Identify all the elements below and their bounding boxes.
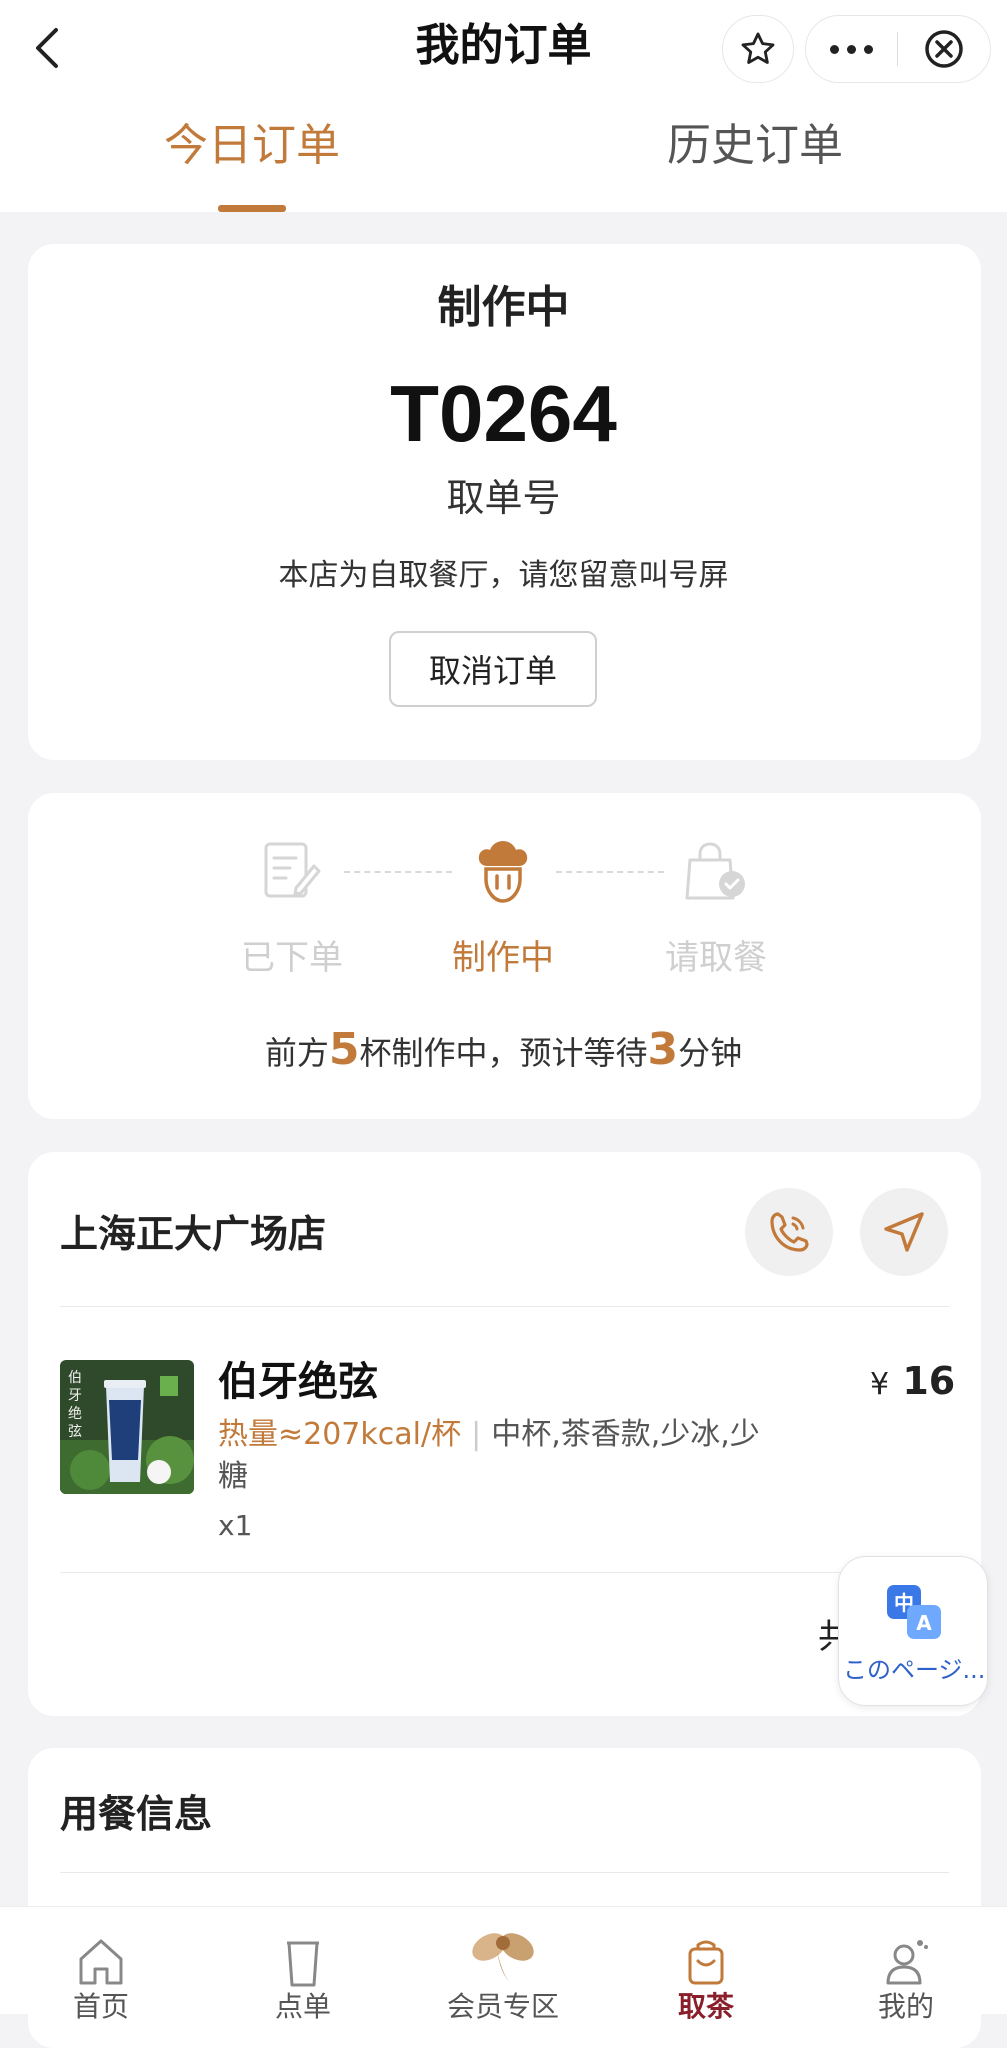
- bottom-navigation: 首页 点单 会员专区 取茶 我的: [0, 1906, 1007, 2023]
- user-icon: [882, 1935, 930, 1989]
- currency-symbol: ¥: [870, 1367, 890, 1402]
- fairy-icon: [467, 1917, 539, 1989]
- svg-text:A: A: [916, 1611, 932, 1635]
- nav-member[interactable]: 会员专区: [423, 1907, 583, 2023]
- product-name: 伯牙绝弦: [218, 1359, 378, 1405]
- product-spec: 热量≈207kcal/杯 | 中杯,茶香款,少冰,少糖: [218, 1417, 760, 1494]
- star-icon: [741, 32, 775, 64]
- dining-info-title: 用餐信息: [60, 1792, 213, 1836]
- step-label-making: 制作中: [452, 938, 554, 978]
- svg-text:牙: 牙: [68, 1388, 82, 1404]
- order-status: 制作中: [437, 282, 570, 333]
- pickup-bag-icon: [680, 836, 752, 908]
- divider: [60, 1872, 949, 1873]
- pickup-notice: 本店为自取餐厅，请您留意叫号屏: [278, 558, 729, 593]
- tab-today-orders[interactable]: 今日订单: [102, 116, 402, 176]
- order-placed-icon: [256, 836, 328, 908]
- navigate-store-button[interactable]: [860, 1188, 948, 1276]
- wait-estimate: 前方5杯制作中，预计等待3分钟: [0, 1022, 1007, 1081]
- close-button[interactable]: [898, 16, 990, 82]
- svg-text:绝: 绝: [68, 1406, 82, 1422]
- phone-icon: [770, 1212, 809, 1252]
- chef-hat-icon: [467, 836, 539, 908]
- step-label-ordered: 已下单: [241, 938, 343, 978]
- tab-history-orders[interactable]: 历史订单: [605, 116, 905, 176]
- wait-minutes: 3: [647, 1024, 679, 1075]
- bag-icon: [682, 1935, 730, 1989]
- product-quantity: x1: [218, 1509, 253, 1542]
- more-button[interactable]: [806, 16, 897, 82]
- nav-pickup[interactable]: 取茶: [626, 1907, 786, 2023]
- translate-label: このページ...: [843, 1656, 985, 1684]
- more-icon: [830, 44, 839, 54]
- svg-text:弦: 弦: [68, 1424, 82, 1440]
- nav-label: 会员专区: [446, 1990, 559, 2023]
- nav-label: 我的: [877, 1990, 934, 2023]
- nav-home[interactable]: 首页: [21, 1907, 181, 2023]
- nav-profile[interactable]: 我的: [826, 1907, 986, 2023]
- nav-order[interactable]: 点单: [223, 1907, 383, 2023]
- cups-ahead: 5: [328, 1024, 360, 1075]
- product-price: ¥ 16: [870, 1356, 955, 1410]
- translate-icon: 中 A: [885, 1583, 943, 1641]
- product-calories: 热量≈207kcal/杯: [218, 1417, 462, 1452]
- wait-prefix: 前方: [264, 1034, 329, 1072]
- wait-suffix: 分钟: [678, 1034, 743, 1072]
- cup-icon: [279, 1935, 327, 1989]
- close-icon: [925, 30, 963, 68]
- translate-page-button[interactable]: 中 A このページ...: [838, 1556, 988, 1706]
- divider: [60, 1306, 949, 1307]
- header: 我的订单 今日订单 历史订单: [0, 0, 1007, 212]
- store-name: 上海正大广场店: [60, 1212, 327, 1256]
- step-connector: [344, 871, 452, 873]
- pickup-number-label: 取单号: [446, 476, 561, 520]
- step-label-pickup: 请取餐: [665, 938, 767, 978]
- nav-label: 点单: [274, 1990, 331, 2023]
- navigate-icon: [884, 1212, 924, 1252]
- product-image: 伯 牙 绝 弦: [60, 1360, 194, 1494]
- call-store-button[interactable]: [745, 1188, 833, 1276]
- active-tab-indicator: [218, 205, 286, 212]
- nav-label: 取茶: [677, 1990, 734, 2023]
- home-icon: [77, 1935, 125, 1989]
- pickup-number: T0264: [390, 369, 617, 458]
- divider: [60, 1572, 949, 1573]
- step-connector: [556, 871, 664, 873]
- svg-text:伯: 伯: [68, 1370, 82, 1386]
- nav-label: 首页: [72, 1990, 129, 2023]
- favorite-button[interactable]: [722, 15, 794, 83]
- cancel-order-button[interactable]: 取消订单: [389, 631, 597, 707]
- wait-mid: 杯制作中，预计等待: [359, 1034, 648, 1072]
- mini-program-capsule: [805, 15, 991, 83]
- price-value: 16: [902, 1359, 956, 1403]
